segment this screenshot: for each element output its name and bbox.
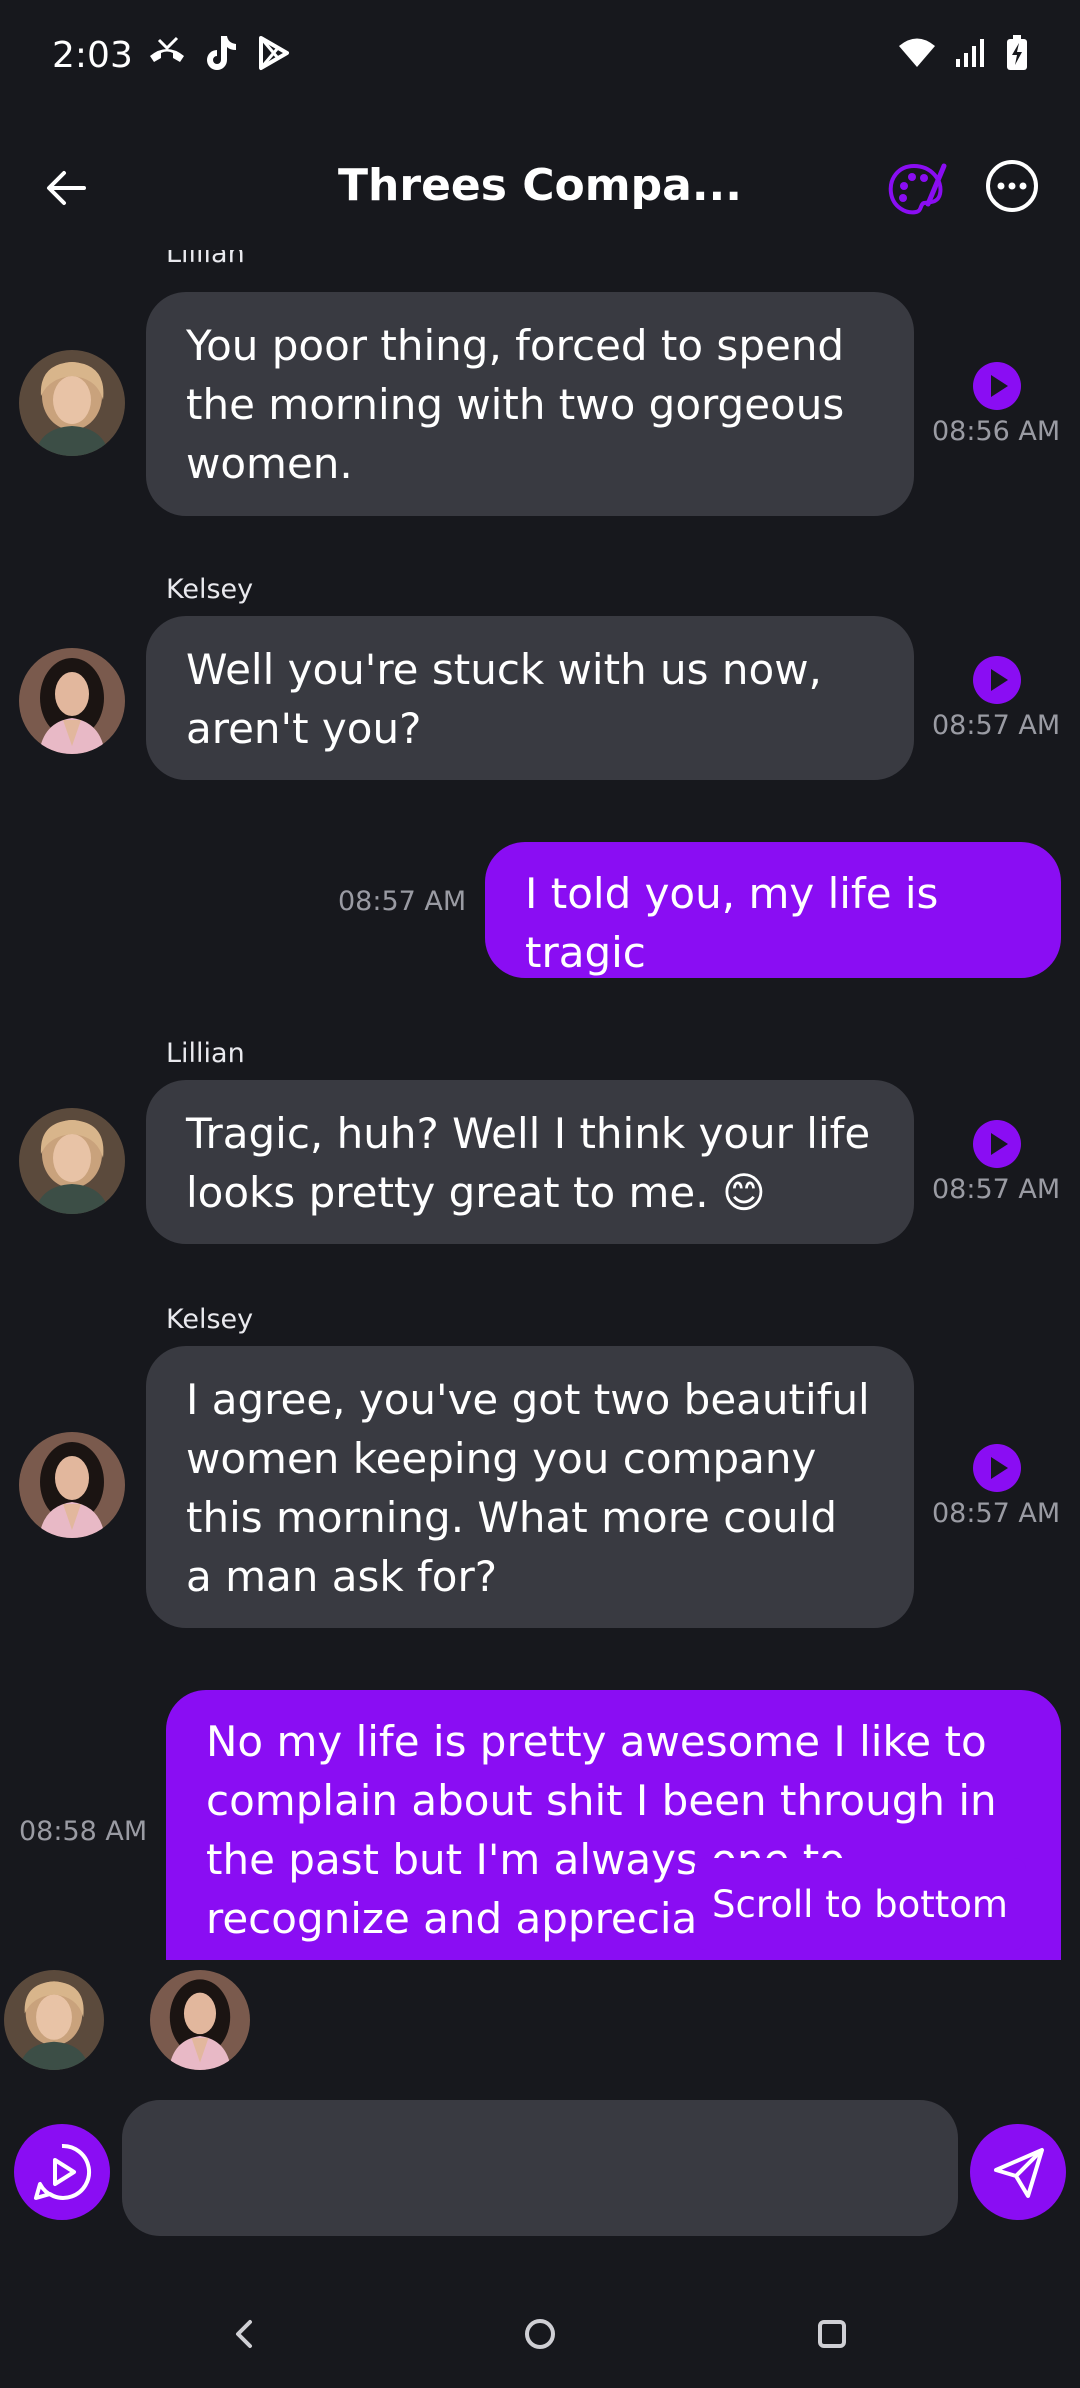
more-options-icon (986, 160, 1038, 212)
play-audio-button[interactable] (973, 362, 1021, 410)
tiktok-icon (203, 34, 239, 76)
message-composer (0, 2100, 1080, 2240)
nav-recents-button[interactable] (806, 2308, 858, 2360)
missed-call-icon (147, 36, 187, 74)
message-text: I agree, you've got two beautiful women … (186, 1375, 870, 1601)
avatar-kelsey[interactable] (19, 1432, 125, 1538)
chat-messages[interactable]: Lillian You poor thing, forced to spend … (0, 250, 1080, 1960)
sender-name: Kelsey (166, 574, 254, 605)
voice-button[interactable] (14, 2124, 110, 2220)
sender-name: Lillian (166, 250, 245, 269)
message-incoming: Lillian Tragic, huh? Well I think your l… (0, 1038, 1080, 1258)
send-icon (994, 2148, 1044, 2198)
message-time: 08:57 AM (932, 1498, 1061, 1529)
message-bubble[interactable]: You poor thing, forced to spend the morn… (146, 292, 914, 516)
home-nav-icon (525, 2319, 555, 2349)
avatar-lillian (4, 1970, 104, 2070)
message-time: 08:57 AM (932, 710, 1061, 741)
message-time: 08:57 AM (932, 1174, 1061, 1205)
message-incoming: Kelsey Well you're stuck with us now, ar… (0, 574, 1080, 794)
message-bubble[interactable]: Well you're stuck with us now, aren't yo… (146, 616, 914, 780)
system-nav-bar (0, 2280, 1080, 2388)
message-text: I told you, my life is tragic (525, 869, 939, 977)
status-time: 2:03 (52, 34, 133, 76)
avatar-lillian[interactable] (19, 1108, 125, 1214)
battery-charging-icon (1006, 35, 1028, 75)
nav-back-button[interactable] (218, 2308, 270, 2360)
voice-play-icon (34, 2143, 92, 2200)
message-incoming: Lillian You poor thing, forced to spend … (0, 250, 1080, 530)
signal-icon (954, 37, 988, 73)
play-icon (973, 656, 1021, 704)
scroll-to-bottom-button[interactable]: Scroll to bottom (694, 1858, 1026, 1950)
avatar-kelsey[interactable] (19, 648, 125, 754)
sender-name: Kelsey (166, 1304, 254, 1335)
avatar-kelsey (150, 1970, 250, 2070)
message-text: Well you're stuck with us now, aren't yo… (186, 645, 822, 753)
play-audio-button[interactable] (973, 1120, 1021, 1168)
play-audio-button[interactable] (973, 1444, 1021, 1492)
theme-button[interactable] (884, 158, 948, 222)
typing-indicator-row (0, 1970, 1080, 2080)
more-options-button[interactable] (984, 158, 1040, 214)
message-bubble[interactable]: I told you, my life is tragic (485, 842, 1061, 978)
message-time: 08:58 AM (19, 1816, 148, 1847)
status-bar: 2:03 (0, 0, 1080, 110)
message-bubble[interactable]: Tragic, huh? Well I think your life look… (146, 1080, 914, 1244)
play-audio-button[interactable] (973, 656, 1021, 704)
message-time: 08:57 AM (338, 886, 467, 917)
play-icon (973, 1120, 1021, 1168)
back-nav-icon (236, 2320, 252, 2348)
message-time: 08:56 AM (932, 416, 1061, 447)
play-store-icon (255, 35, 291, 75)
avatar-lillian[interactable] (19, 350, 125, 456)
send-button[interactable] (970, 2124, 1066, 2220)
message-outgoing: 08:57 AM I told you, my life is tragic (0, 842, 1080, 982)
wifi-icon (898, 37, 936, 73)
sender-name: Lillian (166, 1038, 245, 1069)
message-text: You poor thing, forced to spend the morn… (186, 321, 845, 488)
recents-nav-icon (818, 2320, 846, 2348)
play-icon (973, 362, 1021, 410)
message-input[interactable] (122, 2100, 958, 2236)
nav-home-button[interactable] (514, 2308, 566, 2360)
message-text: Tragic, huh? Well I think your life look… (186, 1109, 871, 1217)
message-incoming: Kelsey I agree, you've got two beautiful… (0, 1304, 1080, 1634)
chat-header: Threes Compa... (0, 130, 1080, 250)
play-icon (973, 1444, 1021, 1492)
message-bubble[interactable]: I agree, you've got two beautiful women … (146, 1346, 914, 1628)
palette-icon (888, 163, 947, 215)
